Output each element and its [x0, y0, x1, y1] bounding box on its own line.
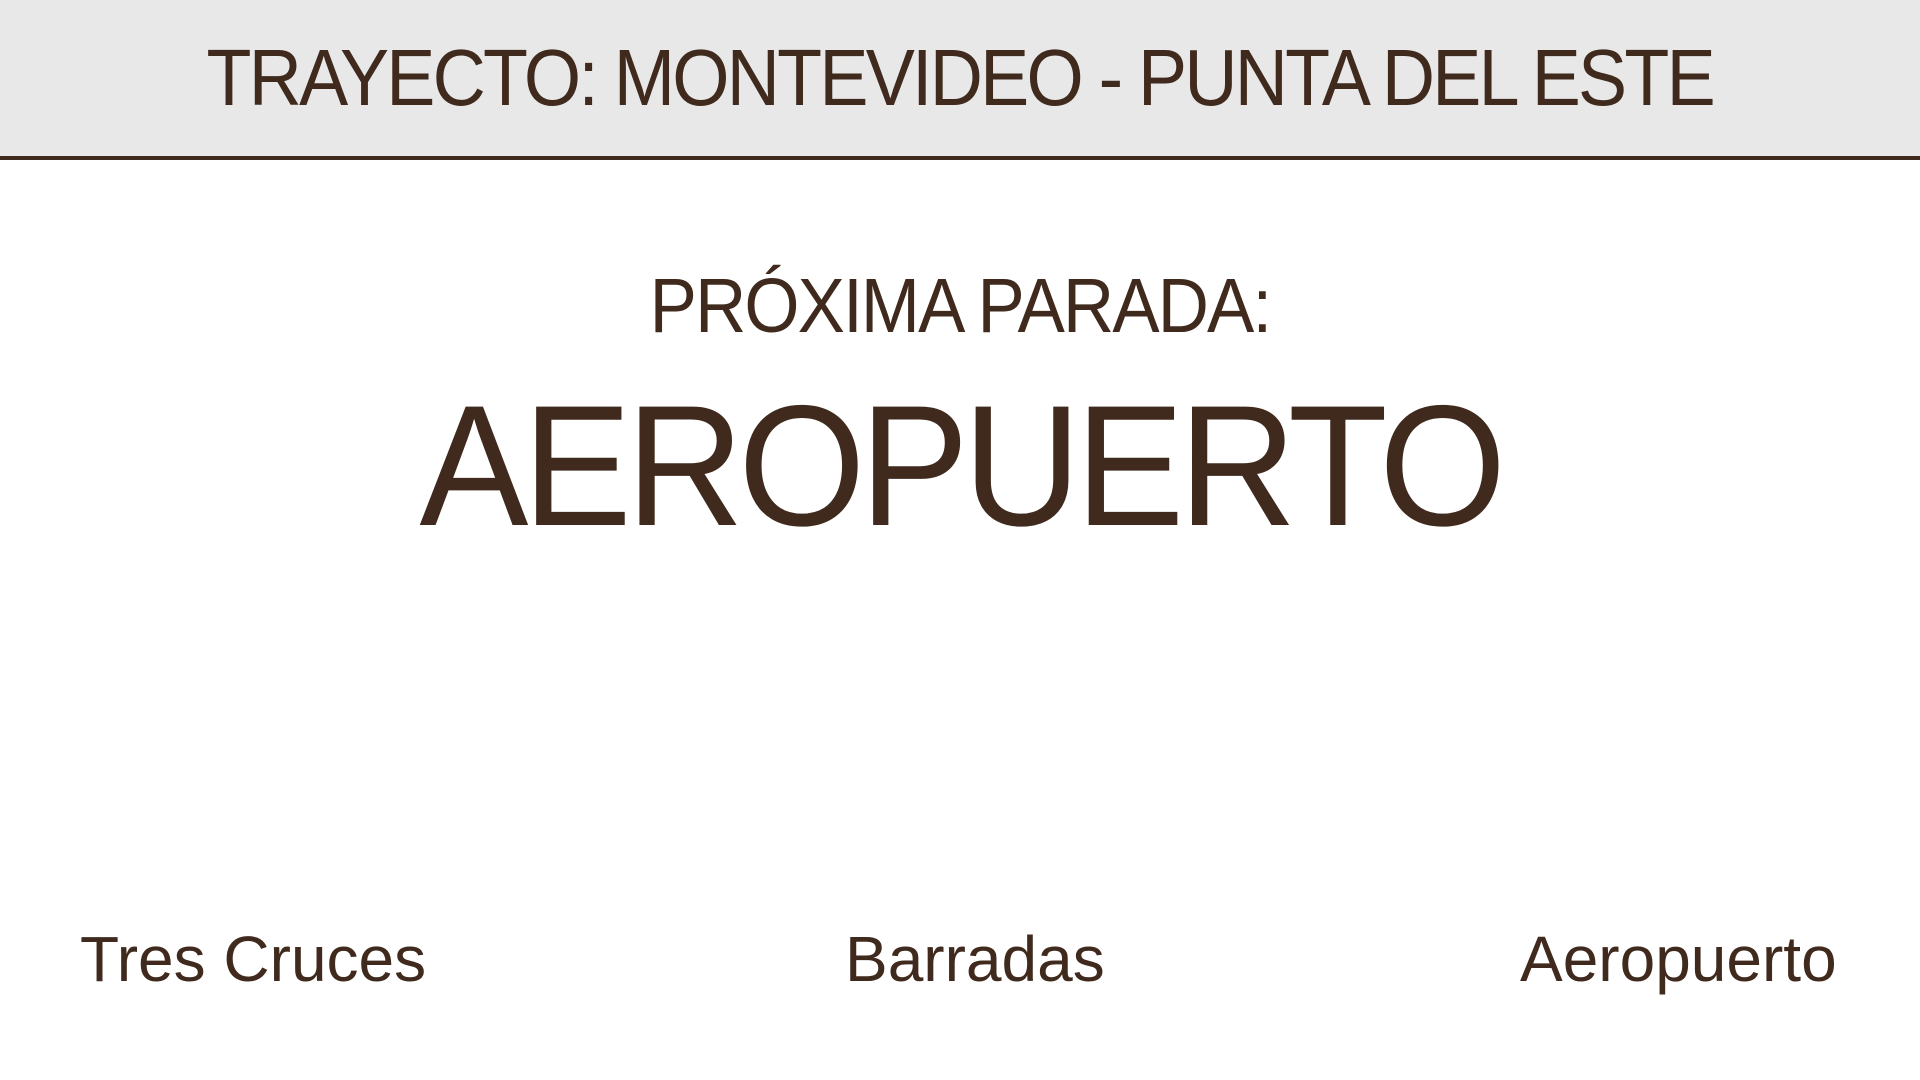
stop-item-tres-cruces: Tres Cruces — [80, 923, 427, 995]
stop-item-barradas: Barradas — [845, 923, 1105, 995]
bus-info-screen: TRAYECTO: MONTEVIDEO - PUNTA DEL ESTE PR… — [0, 0, 1920, 1080]
next-stop-name: AEROPUERTO — [419, 370, 1506, 562]
route-header: TRAYECTO: MONTEVIDEO - PUNTA DEL ESTE — [0, 0, 1920, 160]
route-title: TRAYECTO: MONTEVIDEO - PUNTA DEL ESTE — [206, 33, 1716, 122]
stop-item-aeropuerto: Aeropuerto — [1520, 923, 1837, 995]
next-stop-label: PRÓXIMA PARADA: — [649, 263, 1272, 349]
